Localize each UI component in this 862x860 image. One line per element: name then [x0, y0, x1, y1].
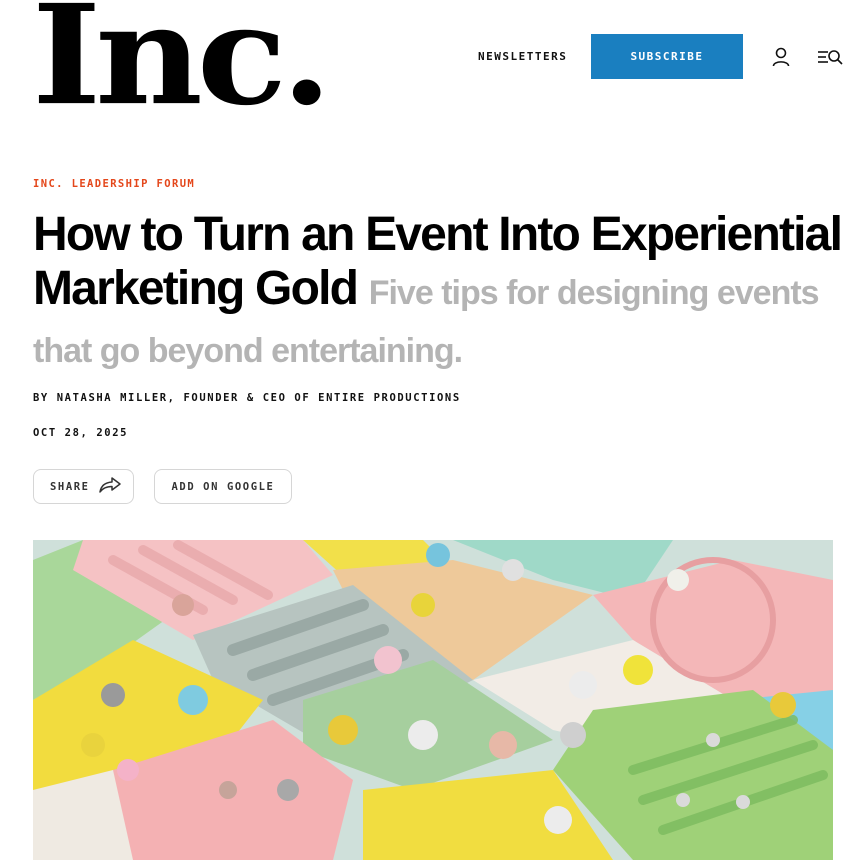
menu-search-icon[interactable] [816, 46, 844, 68]
article-headline: How to Turn an Event Into Experiential M… [33, 208, 843, 378]
share-button[interactable]: SHARE [33, 469, 134, 504]
inc-logo[interactable]: Inc. [32, 0, 332, 124]
share-label: SHARE [50, 480, 90, 493]
article-kicker[interactable]: INC. LEADERSHIP FORUM [33, 178, 195, 190]
hero-image [33, 540, 833, 860]
article-date: OCT 28, 2025 [33, 427, 129, 439]
google-label: ADD ON GOOGLE [171, 480, 275, 493]
user-icon[interactable] [770, 46, 792, 68]
add-on-google-button[interactable]: ADD ON GOOGLE [154, 469, 292, 504]
subscribe-button[interactable]: SUBSCRIBE [591, 34, 743, 79]
newsletters-link[interactable]: NEWSLETTERS [478, 50, 567, 63]
pastel-tiles-illustration [33, 540, 833, 860]
share-arrow-icon [98, 476, 122, 497]
article-byline: BY NATASHA MILLER, FOUNDER & CEO OF ENTI… [33, 392, 461, 404]
